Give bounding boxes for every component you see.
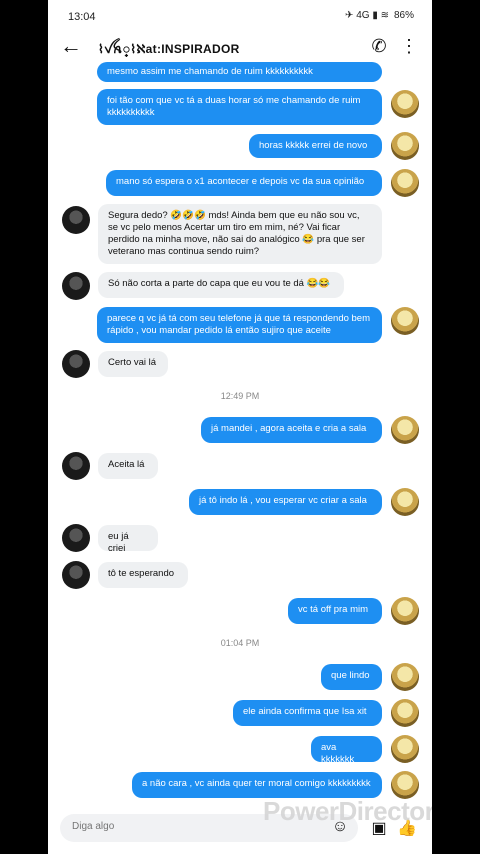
signal-icons: ✈ 4G ▮ ≋ <box>345 10 389 21</box>
message-bubble-out[interactable]: mano só espera o x1 acontecer e depois v… <box>106 170 382 196</box>
my-avatar <box>391 307 419 335</box>
my-avatar <box>391 771 419 799</box>
chat-screen: 13:04 ✈ 4G ▮ ≋ 86% ← ⌇ꪜꫝ꫶⌇ℵat:INSPIRADOR… <box>48 0 432 854</box>
my-avatar <box>391 90 419 118</box>
message-bubble-in[interactable]: eu já criei <box>98 525 158 554</box>
my-avatar <box>391 663 419 691</box>
contact-avatar <box>62 272 90 300</box>
status-icons: ✈ 4G ▮ ≋ 86% <box>345 10 414 21</box>
my-avatar <box>391 132 419 160</box>
my-avatar <box>391 416 419 444</box>
message-bubble-out[interactable]: parece q vc já tá com seu telefone já qu… <box>97 307 382 343</box>
chat-header: ← ⌇ꪜꫝ꫶⌇ℵat:INSPIRADOR ✆ ⋮ <box>48 34 432 62</box>
message-bubble-out[interactable]: mesmo assim me chamando de ruim kkkkkkkk… <box>97 62 382 82</box>
message-bubble-in[interactable]: Só não corta a parte do capa que eu vou … <box>98 272 344 298</box>
status-bar: 13:04 ✈ 4G ▮ ≋ 86% <box>48 0 432 34</box>
message-bubble-out[interactable]: já mandei , agora aceita e cria a sala <box>201 417 382 443</box>
battery-level: 86% <box>393 10 414 21</box>
message-bubble-out[interactable]: ava kkkkkkk <box>311 736 382 765</box>
timestamp-divider: 12:49 PM <box>220 391 260 401</box>
message-bubble-in[interactable]: Certo vai lá <box>98 351 168 377</box>
message-bubble-out[interactable]: horas kkkkk errei de novo <box>249 134 382 158</box>
contact-avatar <box>62 524 90 552</box>
back-arrow-icon[interactable]: ← <box>60 34 84 60</box>
message-bubble-in[interactable]: Aceita lá <box>98 453 158 479</box>
contact-avatar <box>62 561 90 589</box>
contact-avatar <box>62 206 90 234</box>
message-bubble-out[interactable]: a não cara , vc ainda quer ter moral com… <box>132 772 382 798</box>
message-bubble-out[interactable]: ele ainda confirma que Isa xit <box>233 700 382 726</box>
my-avatar <box>391 169 419 197</box>
contact-avatar <box>62 350 90 378</box>
my-avatar <box>391 488 419 516</box>
timestamp-divider: 01:04 PM <box>220 638 260 648</box>
my-avatar <box>391 597 419 625</box>
message-bubble-out[interactable]: foi tão com que vc tá a duas horar só me… <box>97 89 382 125</box>
message-bubble-out[interactable]: que lindo <box>321 664 382 690</box>
phone-call-icon[interactable]: ✆ <box>368 36 390 58</box>
my-avatar <box>391 699 419 727</box>
more-menu-icon[interactable]: ⋮ <box>398 36 420 58</box>
message-bubble-in[interactable]: tô te esperando <box>98 562 188 588</box>
powerdirector-watermark: PowerDirector <box>263 796 432 826</box>
chat-title: ⌇ꪜꫝ꫶⌇ℵat:INSPIRADOR <box>98 42 240 56</box>
message-bubble-out[interactable]: já tô indo lá , vou esperar vc criar a s… <box>189 489 382 515</box>
message-bubble-in[interactable]: Segura dedo? 🤣🤣🤣 mds! Ainda bem que eu n… <box>98 204 382 264</box>
status-time: 13:04 <box>68 11 96 23</box>
message-bubble-out[interactable]: vc tá off pra mim <box>288 598 382 624</box>
my-avatar <box>391 735 419 763</box>
contact-avatar <box>62 452 90 480</box>
